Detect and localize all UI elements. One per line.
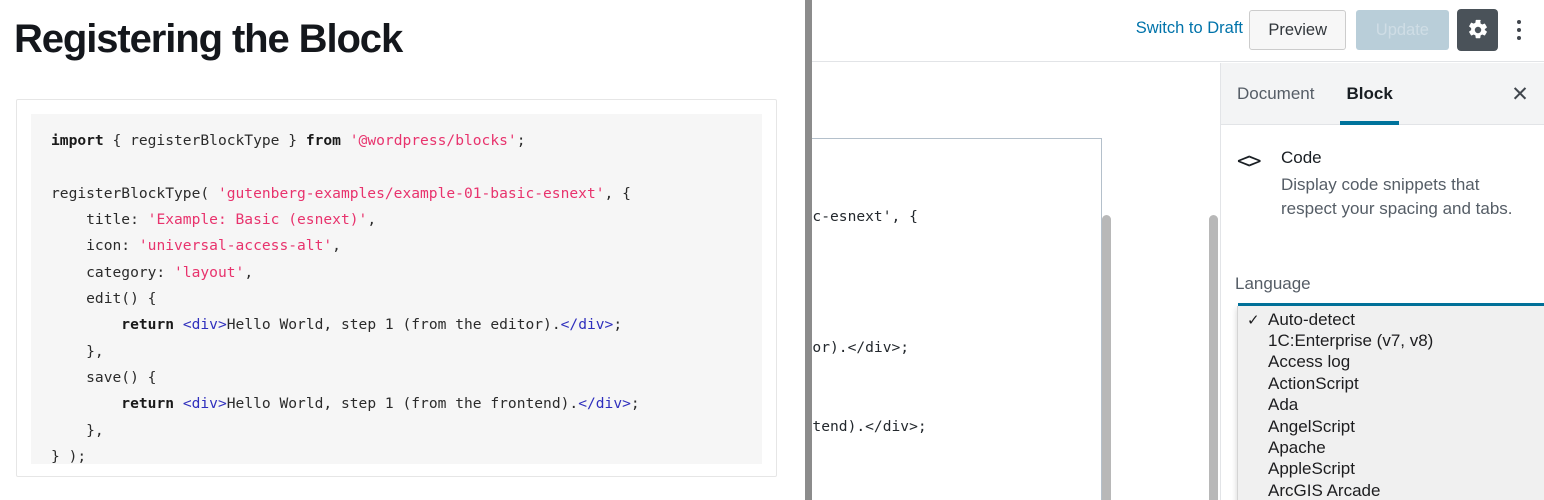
language-option-label: ActionScript	[1268, 373, 1359, 393]
code-line: save() {	[51, 369, 157, 387]
more-dot	[1517, 20, 1521, 24]
editor-canvas: ess/blocks'; mple-01-basic-esnext', { ro…	[812, 63, 1212, 500]
doc-code-card: import { registerBlockType } from '@word…	[16, 99, 777, 477]
code-icon: <>	[1237, 149, 1262, 174]
code-line: },	[51, 421, 104, 439]
language-option[interactable]: ✓ Auto-detect	[1238, 309, 1544, 330]
code-line: registerBlockType( 'gutenberg-examples/e…	[51, 184, 631, 202]
close-icon[interactable]: ✕	[1505, 79, 1535, 109]
doc-code-snippet: import { registerBlockType } from '@word…	[31, 114, 762, 464]
language-option-label: Apache	[1268, 438, 1326, 458]
more-dot	[1517, 28, 1521, 32]
editor-code-line	[812, 177, 1101, 203]
code-line: title: 'Example: Basic (esnext)',	[51, 211, 377, 229]
language-option[interactable]: ArcGIS Arcade	[1238, 480, 1544, 500]
language-option[interactable]: AngelScript	[1238, 416, 1544, 437]
screenshot-root: Registering the Block import { registerB…	[0, 0, 1544, 500]
language-option-label: 1C:Enterprise (v7, v8)	[1268, 331, 1434, 351]
more-dot	[1517, 36, 1521, 40]
block-description: Display code snippets that respect your …	[1281, 175, 1513, 218]
more-vertical-icon[interactable]	[1502, 9, 1536, 51]
language-option-label: Ada	[1268, 395, 1299, 415]
editor-code-line	[812, 362, 1101, 388]
code-line: edit() {	[51, 290, 157, 308]
editor-code-line: rom the frontend).</div>;	[812, 418, 927, 436]
block-info: <> Code Display code snippets that respe…	[1221, 125, 1544, 221]
language-label: Language	[1235, 274, 1311, 293]
preview-button[interactable]: Preview	[1249, 10, 1346, 50]
editor-code-line: ess/blocks';	[812, 151, 1101, 177]
block-info-text: Code Display code snippets that respect …	[1281, 147, 1529, 221]
editor-code-line	[812, 283, 1101, 309]
code-line: } );	[51, 448, 87, 464]
editor-code-line	[812, 230, 1101, 256]
settings-gear-button[interactable]	[1457, 9, 1498, 51]
block-title: Code	[1281, 148, 1322, 167]
language-option[interactable]: AppleScript	[1238, 459, 1544, 480]
documentation-pane: Registering the Block import { registerB…	[0, 0, 805, 500]
page-title: Registering the Block	[14, 17, 403, 61]
editor-sidebar: Document Block ✕ <> Code Display code sn…	[1209, 63, 1544, 500]
language-dropdown-list[interactable]: ✓ Auto-detect 1C:Enterprise (v7, v8) Access…	[1237, 306, 1544, 500]
tab-document[interactable]: Document	[1221, 63, 1330, 125]
update-button: Update	[1355, 10, 1449, 50]
tab-document-label: Document	[1237, 83, 1315, 103]
language-option-label: Access log	[1268, 352, 1351, 372]
editor-code-line	[812, 388, 1101, 414]
editor-code-line: rom the editor).</div>;	[812, 339, 910, 357]
pane-divider	[805, 0, 814, 500]
language-option-label: AppleScript	[1268, 459, 1355, 479]
tab-block-label: Block	[1346, 83, 1393, 103]
language-option[interactable]: Ada	[1238, 395, 1544, 416]
sidebar-tabs: Document Block ✕	[1221, 63, 1544, 125]
editor-toolbar: Switch to Draft Preview Update	[812, 0, 1544, 62]
code-line: category: 'layout',	[51, 263, 254, 281]
code-line: icon: 'universal-access-alt',	[51, 237, 341, 255]
gear-icon	[1468, 19, 1487, 39]
code-line: return <div>Hello World, step 1 (from th…	[121, 316, 623, 334]
sidebar-scrollbar[interactable]	[1209, 215, 1218, 500]
editor-code-line: mple-01-basic-esnext', {	[812, 207, 918, 225]
code-line: return <div>Hello World, step 1 (from th…	[121, 395, 640, 413]
language-option[interactable]: ActionScript	[1238, 373, 1544, 394]
canvas-scrollbar[interactable]	[1102, 215, 1111, 500]
gutenberg-editor-screenshot: ess/blocks'; mple-01-basic-esnext', { ro…	[812, 0, 1544, 500]
language-option-label: ArcGIS Arcade	[1268, 480, 1381, 500]
tab-block[interactable]: Block	[1330, 63, 1408, 125]
checkmark-icon: ✓	[1247, 311, 1260, 329]
code-line: import { registerBlockType } from '@word…	[51, 132, 526, 149]
switch-to-draft-link[interactable]: Switch to Draft	[1136, 19, 1243, 38]
language-option[interactable]: 1C:Enterprise (v7, v8)	[1238, 330, 1544, 351]
code-line: },	[51, 342, 104, 360]
editor-code-line	[812, 309, 1101, 335]
editor-code-block[interactable]: ess/blocks'; mple-01-basic-esnext', { ro…	[812, 138, 1102, 500]
language-option-label: AngelScript	[1268, 416, 1355, 436]
language-option-label: Auto-detect	[1268, 309, 1355, 329]
editor-code-line	[812, 256, 1101, 282]
language-option[interactable]: Apache	[1238, 437, 1544, 458]
language-option[interactable]: Access log	[1238, 352, 1544, 373]
